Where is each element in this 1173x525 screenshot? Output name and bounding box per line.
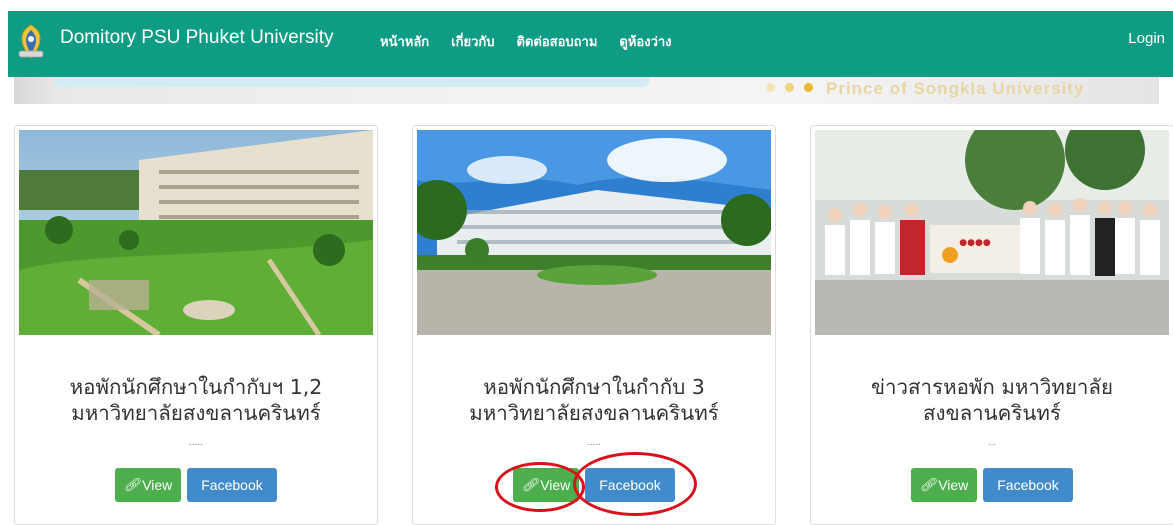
view-button[interactable]: 🔗︎ View — [115, 468, 181, 502]
banner-decoration — [54, 77, 650, 87]
card-image-dorm-3 — [417, 130, 771, 335]
card-actions: 🔗︎ View Facebook — [811, 468, 1173, 502]
login-link[interactable]: Login — [1128, 30, 1165, 47]
university-logo-icon[interactable] — [17, 24, 45, 60]
header-banner: Prince of Songkla University — [14, 77, 1159, 104]
banner-dot — [785, 83, 794, 92]
view-button-label: View — [142, 477, 173, 493]
card-title-line: หอพักนักศึกษาในกำกับ 3 — [483, 375, 705, 399]
link-icon: 🔗︎ — [521, 477, 539, 492]
banner-dot — [766, 83, 775, 92]
view-button[interactable]: 🔗︎ View — [911, 468, 977, 502]
card-title-line: ข่าวสารหอพัก มหาวิทยาลัย — [871, 375, 1113, 399]
card-title: ข่าวสารหอพัก มหาวิทยาลัย สงขลานครินทร์ — [811, 374, 1173, 426]
news-card: ●●●● ข่าวสารหอพัก มหาวิทยาลัย สงขลานคริน… — [810, 125, 1173, 525]
dorm-card-2: หอพักนักศึกษาในกำกับ 3 มหาวิทยาลัยสงขลาน… — [412, 125, 776, 525]
card-actions: 🔗︎ View Facebook — [413, 468, 775, 502]
facebook-button[interactable]: Facebook — [187, 468, 277, 502]
card-title-line: มหาวิทยาลัยสงขลานครินทร์ — [71, 401, 321, 425]
nav-menu: หน้าหลัก เกี่ยวกับ ติดต่อสอบถาม ดูห้องว่… — [380, 31, 694, 52]
nav-link-home[interactable]: หน้าหลัก — [380, 31, 429, 52]
navbar: Domitory PSU Phuket University หน้าหลัก … — [8, 11, 1173, 77]
card-image-dorm-1-2 — [19, 130, 373, 335]
card-title-line: หอพักนักศึกษาในกำกับฯ 1,2 — [69, 375, 323, 399]
nav-link-contact[interactable]: ติดต่อสอบถาม — [517, 31, 598, 52]
facebook-button[interactable]: Facebook — [585, 468, 675, 502]
facebook-button[interactable]: Facebook — [983, 468, 1073, 502]
card-title-line: มหาวิทยาลัยสงขลานครินทร์ — [469, 401, 719, 425]
nav-link-about[interactable]: เกี่ยวกับ — [451, 31, 494, 52]
banner-university-name: Prince of Songkla University — [826, 79, 1085, 98]
view-button[interactable]: 🔗︎ View — [513, 468, 579, 502]
card-excerpt: ..... — [586, 438, 602, 448]
card-title: หอพักนักศึกษาในกำกับ 3 มหาวิทยาลัยสงขลาน… — [413, 374, 775, 426]
brand-title[interactable]: Domitory PSU Phuket University — [60, 27, 333, 49]
card-excerpt: ... — [987, 438, 997, 448]
card-actions: 🔗︎ View Facebook — [15, 468, 377, 502]
card-title-line: สงขลานครินทร์ — [923, 401, 1061, 425]
card-excerpt: ..... — [188, 438, 204, 448]
link-icon: 🔗︎ — [919, 477, 937, 492]
card-title: หอพักนักศึกษาในกำกับฯ 1,2 มหาวิทยาลัยสงข… — [15, 374, 377, 426]
link-icon: 🔗︎ — [123, 477, 141, 492]
svg-text:●●●●: ●●●● — [959, 238, 991, 248]
view-button-label: View — [938, 477, 969, 493]
card-image-news-group: ●●●● — [815, 130, 1169, 335]
view-button-label: View — [540, 477, 571, 493]
banner-dot — [804, 83, 813, 92]
nav-link-available-rooms[interactable]: ดูห้องว่าง — [619, 31, 671, 52]
banner-dots — [766, 83, 823, 92]
dorm-card-1: หอพักนักศึกษาในกำกับฯ 1,2 มหาวิทยาลัยสงข… — [14, 125, 378, 525]
